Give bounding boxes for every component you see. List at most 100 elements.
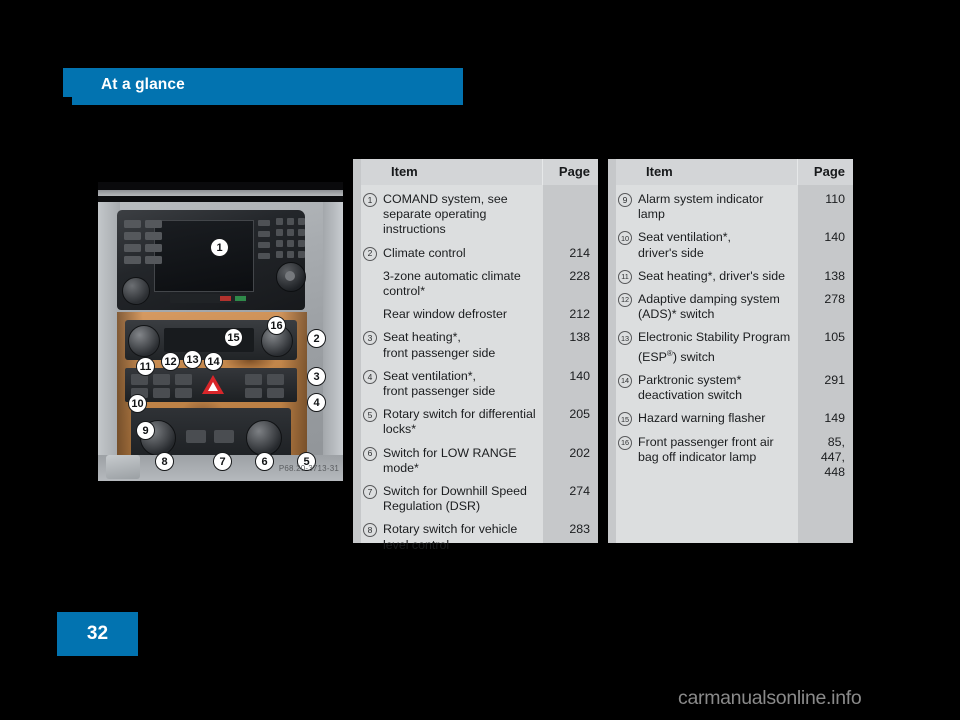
- item-page: 105: [824, 330, 845, 345]
- photo-console-switch: [214, 430, 234, 443]
- item-label: Front passenger front air bag off indica…: [638, 434, 774, 464]
- table-row[interactable]: 7 Switch for Downhill Speed Regulation (…: [353, 480, 598, 518]
- photo-keypad-key: [276, 240, 283, 247]
- table-row[interactable]: 6 Switch for LOW RANGE mode* 202: [353, 442, 598, 480]
- controls-table-left: Item Page 1 COMAND system, see separate …: [353, 159, 598, 552]
- photo-keypad-key: [287, 218, 294, 225]
- item-page: 283: [569, 522, 590, 537]
- item-label: Seat heating*, driver's side: [638, 268, 786, 283]
- table-row[interactable]: 2 Climate control 214: [353, 242, 598, 265]
- table-row[interactable]: 4 Seat ventilation*, front passenger sid…: [353, 365, 598, 403]
- photo-keypad-key: [298, 229, 305, 236]
- item-number: [353, 269, 383, 270]
- photo-switch: [175, 374, 192, 385]
- photo-keypad-key: [298, 218, 305, 225]
- photo-callout-2: 2: [307, 329, 326, 348]
- table-row[interactable]: 8 Rotary switch for vehicle level contro…: [353, 518, 598, 556]
- photo-right-trim: [323, 202, 343, 481]
- item-page: 140: [824, 230, 845, 245]
- photo-switch: [245, 388, 262, 398]
- table-header-divider: [542, 159, 543, 185]
- photo-button: [124, 256, 141, 264]
- item-number: 9: [608, 192, 638, 207]
- photo-callout-1: 1: [210, 238, 229, 257]
- table-row[interactable]: Rear window defroster 212: [353, 303, 598, 326]
- item-label-esp: Electronic Stability Program (ESP®) swit…: [638, 330, 791, 364]
- photo-switch: [267, 374, 284, 385]
- table-row[interactable]: 3-zone automatic climate control* 228: [353, 265, 598, 303]
- item-label: Hazard warning flasher: [638, 411, 766, 426]
- item-number: 1: [353, 192, 383, 207]
- item-page: 138: [824, 268, 845, 283]
- column-header-page: Page: [813, 164, 845, 179]
- photo-button: [124, 232, 141, 240]
- table-row[interactable]: 16 Front passenger front air bag off ind…: [608, 431, 853, 485]
- photo-switch: [153, 374, 170, 385]
- item-page: 212: [569, 307, 590, 322]
- photo-switch: [153, 388, 170, 398]
- table-row[interactable]: 14 Parktronic system* deactivation switc…: [608, 369, 853, 407]
- item-number: 7: [353, 484, 383, 500]
- table-row[interactable]: 5 Rotary switch for differential locks* …: [353, 403, 598, 441]
- page-sheet: At a glance 1 2 3 4 5 6 7 8 9 10 11 12 1…: [0, 0, 960, 720]
- table-row[interactable]: 13 Electronic Stability Program (ESP®) s…: [608, 326, 853, 369]
- photo-controller-center: [285, 271, 295, 281]
- table-row[interactable]: 11 Seat heating*, driver's side 138: [608, 265, 853, 288]
- item-number: 12: [608, 292, 638, 308]
- photo-callout-7: 7: [213, 452, 232, 471]
- photo-keypad-key: [276, 218, 283, 225]
- photo-top-band: [98, 182, 343, 190]
- page-number-tab: 32: [57, 612, 138, 656]
- registered-mark: ®: [666, 348, 673, 358]
- controls-table-right: Item Page 9 Alarm system indicator lamp …: [608, 159, 853, 543]
- photo-comand-screen: [154, 220, 254, 292]
- photo-green-indicator: [235, 296, 246, 301]
- item-label: Adaptive damping system (ADS)* switch: [638, 292, 780, 322]
- photo-callout-11: 11: [136, 357, 155, 376]
- photo-keypad-key: [276, 229, 283, 236]
- photo-switch: [245, 374, 262, 385]
- item-number: 14: [608, 373, 638, 388]
- table-gutter: [608, 159, 616, 185]
- photo-switch: [267, 388, 284, 398]
- photo-switch: [175, 388, 192, 398]
- photo-climate-knob-left: [128, 325, 160, 357]
- column-header-page: Page: [558, 164, 590, 179]
- item-label: Switch for Downhill Speed Regulation (DS…: [383, 484, 527, 514]
- page-title: At a glance: [101, 76, 185, 93]
- photo-console-switch: [186, 430, 206, 443]
- item-label: COMAND system, see separate operating in…: [383, 192, 508, 237]
- item-number: 4: [353, 369, 383, 384]
- item-number: 6: [353, 446, 383, 461]
- photo-callout-13: 13: [183, 350, 202, 369]
- item-label: Rear window defroster: [383, 307, 507, 322]
- item-label: Seat ventilation*, driver's side: [638, 230, 731, 260]
- photo-volume-knob: [122, 277, 150, 305]
- photo-keypad-key: [298, 240, 305, 247]
- header-banner-notch: [63, 97, 72, 105]
- photo-button: [258, 242, 270, 248]
- table-row[interactable]: 15 Hazard warning flasher 149: [608, 407, 853, 430]
- photo-callout-8: 8: [155, 452, 174, 471]
- item-page: 85, 447, 448: [820, 434, 845, 479]
- table-row[interactable]: 3 Seat heating*, front passenger side 13…: [353, 326, 598, 364]
- photo-button: [258, 253, 270, 259]
- photo-button: [258, 220, 270, 226]
- item-page: 291: [824, 372, 845, 387]
- photo-keypad-key: [287, 229, 294, 236]
- photo-red-indicator: [220, 296, 231, 301]
- photo-rotary-switch-right: [246, 420, 282, 456]
- photo-keypad-key: [287, 251, 294, 258]
- item-page: 214: [569, 245, 590, 260]
- table-row[interactable]: 1 COMAND system, see separate operating …: [353, 188, 598, 242]
- item-number: 2: [353, 246, 383, 261]
- table-row[interactable]: 12 Adaptive damping system (ADS)* switch…: [608, 288, 853, 326]
- item-label: Parktronic system* deactivation switch: [638, 372, 742, 403]
- photo-button: [145, 232, 162, 240]
- photo-callout-14: 14: [204, 352, 223, 371]
- table-row[interactable]: 10 Seat ventilation*, driver's side 140: [608, 226, 853, 264]
- item-page: 138: [569, 330, 590, 345]
- item-page: 274: [569, 484, 590, 499]
- table-row[interactable]: 9 Alarm system indicator lamp 110: [608, 188, 853, 226]
- item-label: Alarm system indicator lamp: [638, 192, 764, 222]
